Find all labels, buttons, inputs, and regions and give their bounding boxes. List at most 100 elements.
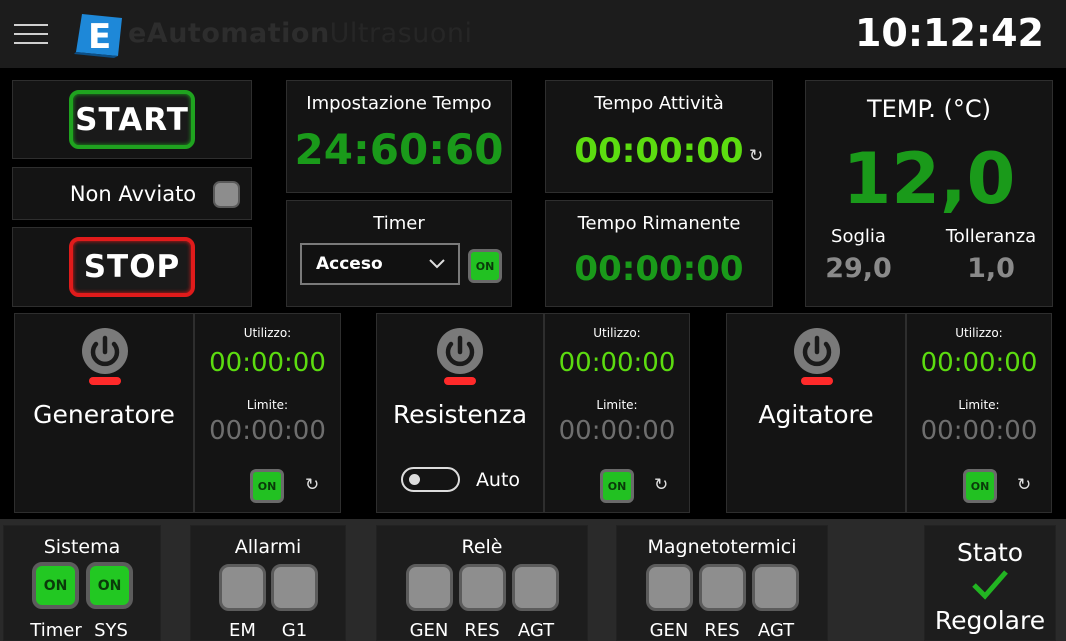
time-setting-value: 24:60:60 bbox=[294, 125, 504, 174]
footer-rele-panel: Relè GEN RES AGT bbox=[376, 525, 588, 641]
device-agitatore-panel: Agitatore bbox=[726, 313, 906, 513]
temperature-value: 12,0 bbox=[842, 138, 1016, 220]
activity-time-panel: Tempo Attività 00:00:00 ↻ bbox=[545, 80, 773, 193]
generatore-on-button[interactable]: ON bbox=[250, 469, 284, 503]
resistenza-auto-toggle[interactable] bbox=[401, 467, 460, 492]
run-status-label: Non Avviato bbox=[69, 182, 197, 206]
magneto-gen-label: GEN bbox=[649, 620, 689, 641]
device-generatore-panel: Generatore bbox=[14, 313, 194, 513]
app-header: E eAutomationUltrasuoni 10:12:42 bbox=[0, 0, 1066, 68]
time-setting-panel[interactable]: Impostazione Tempo 24:60:60 bbox=[286, 80, 512, 193]
tolerance-value[interactable]: 1,0 bbox=[936, 253, 1046, 284]
resistenza-on-button[interactable]: ON bbox=[600, 469, 634, 503]
footer-sistema-panel: Sistema ON ON Timer SYS bbox=[3, 525, 161, 641]
allarme-g1-led bbox=[271, 564, 318, 611]
footer-magnetotermici-panel: Magnetotermici GEN RES AGT bbox=[616, 525, 828, 641]
rele-res-led bbox=[459, 564, 506, 611]
magneto-res-led bbox=[699, 564, 746, 611]
reset-activity-icon[interactable]: ↻ bbox=[749, 147, 763, 165]
rele-agt-label: AGT bbox=[517, 620, 555, 641]
sistema-timer-label: Timer bbox=[30, 620, 82, 641]
temperature-panel: TEMP. (°C) 12,0 Soglia 29,0 Tolleranza 1… bbox=[805, 80, 1053, 307]
timer-on-button[interactable]: ON bbox=[468, 249, 502, 283]
timer-select-value: Acceso bbox=[316, 254, 383, 274]
checkmark-icon bbox=[971, 568, 1009, 604]
brand-logo-text: eAutomationUltrasuoni bbox=[128, 16, 472, 52]
hamburger-menu-icon[interactable] bbox=[14, 24, 48, 46]
brand-sub: Ultrasuoni bbox=[329, 18, 473, 49]
agitatore-name: Agitatore bbox=[758, 400, 874, 429]
threshold-label: Soglia bbox=[831, 226, 886, 247]
agitatore-reset-icon[interactable]: ↻ bbox=[1017, 476, 1031, 494]
agitatore-usage-label: Utilizzo: bbox=[955, 326, 1003, 340]
sistema-sys-label: SYS bbox=[94, 620, 128, 641]
remaining-time-title: Tempo Rimanente bbox=[577, 213, 741, 234]
start-button[interactable]: START bbox=[69, 90, 195, 149]
sistema-title: Sistema bbox=[43, 536, 121, 558]
footer-stato-panel: Stato Regolare bbox=[924, 525, 1056, 641]
resistenza-limit-value[interactable]: 00:00:00 bbox=[545, 416, 689, 446]
device-resistenza-panel: Resistenza Auto bbox=[376, 313, 544, 513]
timer-title: Timer bbox=[373, 213, 425, 234]
magneto-agt-label: AGT bbox=[757, 620, 795, 641]
agitatore-status-led bbox=[801, 377, 833, 385]
threshold-value[interactable]: 29,0 bbox=[816, 253, 901, 284]
rele-res-label: RES bbox=[464, 620, 500, 641]
agitatore-on-button[interactable]: ON bbox=[963, 469, 997, 503]
generatore-power-icon[interactable] bbox=[81, 327, 129, 379]
run-status-led bbox=[213, 181, 240, 208]
generatore-limit-value[interactable]: 00:00:00 bbox=[195, 416, 340, 446]
magnetotermici-title: Magnetotermici bbox=[647, 536, 797, 558]
temperature-title: TEMP. (°C) bbox=[866, 95, 991, 123]
status-footer: Sistema ON ON Timer SYS Allarmi EM G1 Re… bbox=[0, 519, 1066, 641]
resistenza-name: Resistenza bbox=[392, 400, 528, 429]
stop-panel: STOP bbox=[12, 227, 252, 307]
rele-gen-label: GEN bbox=[409, 620, 449, 641]
timer-panel: Timer Acceso ON bbox=[286, 200, 512, 307]
sistema-sys-led: ON bbox=[86, 562, 133, 609]
stop-button[interactable]: STOP bbox=[69, 237, 195, 297]
activity-time-title: Tempo Attività bbox=[594, 93, 724, 114]
resistenza-usage-panel: Utilizzo: 00:00:00 Limite: 00:00:00 ON ↻ bbox=[544, 313, 690, 513]
clock: 10:12:42 bbox=[854, 11, 1044, 55]
activity-time-value: 00:00:00 bbox=[574, 131, 744, 171]
generatore-name: Generatore bbox=[33, 400, 175, 429]
magneto-agt-led bbox=[752, 564, 799, 611]
resistenza-power-icon[interactable] bbox=[436, 327, 484, 379]
generatore-usage-panel: Utilizzo: 00:00:00 Limite: 00:00:00 ON ↻ bbox=[194, 313, 341, 513]
sistema-timer-led: ON bbox=[32, 562, 79, 609]
allarmi-title: Allarmi bbox=[234, 536, 302, 558]
footer-allarmi-panel: Allarmi EM G1 bbox=[190, 525, 346, 641]
magneto-res-label: RES bbox=[704, 620, 740, 641]
agitatore-limit-value[interactable]: 00:00:00 bbox=[907, 416, 1051, 446]
agitatore-power-icon[interactable] bbox=[793, 327, 841, 379]
timer-select[interactable]: Acceso bbox=[300, 243, 460, 285]
start-panel: START bbox=[12, 80, 252, 159]
stato-value: Regolare bbox=[934, 606, 1046, 635]
resistenza-usage-value: 00:00:00 bbox=[558, 348, 676, 378]
remaining-time-value: 00:00:00 bbox=[574, 249, 744, 289]
status-panel: Non Avviato bbox=[12, 167, 252, 220]
svg-text:E: E bbox=[88, 17, 111, 57]
allarme-em-label: EM bbox=[229, 620, 256, 641]
generatore-limit-label: Limite: bbox=[246, 398, 289, 412]
generatore-reset-icon[interactable]: ↻ bbox=[305, 476, 319, 494]
rele-gen-led bbox=[406, 564, 453, 611]
brand-main: eAutomation bbox=[128, 18, 330, 49]
agitatore-usage-value: 00:00:00 bbox=[920, 348, 1038, 378]
stato-title: Stato bbox=[956, 538, 1024, 567]
allarme-em-led bbox=[219, 564, 266, 611]
generatore-usage-value: 00:00:00 bbox=[209, 348, 326, 378]
generatore-usage-label: Utilizzo: bbox=[243, 326, 292, 340]
rele-agt-led bbox=[512, 564, 559, 611]
magneto-gen-led bbox=[646, 564, 693, 611]
chevron-down-icon bbox=[428, 253, 446, 277]
resistenza-status-led bbox=[444, 377, 476, 385]
resistenza-reset-icon[interactable]: ↻ bbox=[654, 476, 668, 494]
resistenza-limit-label: Limite: bbox=[596, 398, 638, 412]
logo-icon: E bbox=[72, 12, 126, 62]
rele-title: Relè bbox=[461, 536, 503, 558]
remaining-time-panel: Tempo Rimanente 00:00:00 bbox=[545, 200, 773, 307]
time-setting-title: Impostazione Tempo bbox=[306, 93, 492, 114]
resistenza-auto-label: Auto bbox=[475, 469, 521, 491]
